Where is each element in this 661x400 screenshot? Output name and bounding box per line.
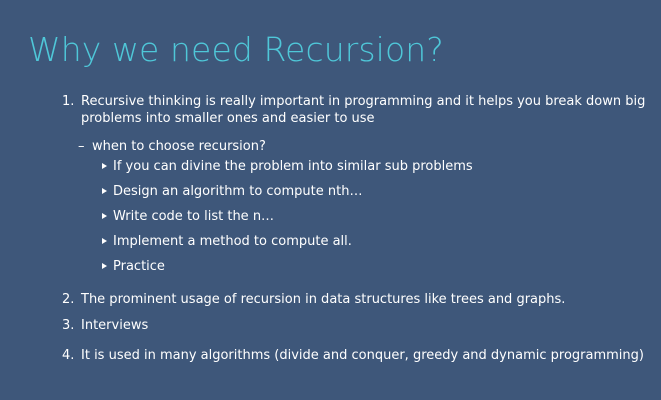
list-number-3: 3. [62,318,75,333]
slide-title: Why we need Recursion? [28,30,444,69]
sub-bullet-5: Practice [113,259,165,274]
list-number-1: 1. [62,94,75,109]
list-item-2: The prominent usage of recursion in data… [81,292,566,307]
bullet-marker-icon [102,213,107,219]
bullet-marker-icon [102,263,107,269]
sub-heading-marker: – [78,139,85,154]
list-number-4: 4. [62,348,75,363]
list-item-1-line-2: problems into smaller ones and easier to… [81,111,375,126]
bullet-marker-icon [102,163,107,169]
sub-heading: when to choose recursion? [92,139,266,154]
bullet-marker-icon [102,188,107,194]
slide: Why we need Recursion? 1. Recursive thin… [0,0,661,400]
list-item-3: Interviews [81,318,149,333]
sub-bullet-1: If you can divine the problem into simil… [113,159,473,174]
sub-bullet-2: Design an algorithm to compute nth… [113,184,363,199]
sub-bullet-3: Write code to list the n… [113,209,275,224]
list-item-4: It is used in many algorithms (divide an… [81,348,644,363]
sub-bullet-4: Implement a method to compute all. [113,234,352,249]
list-number-2: 2. [62,292,75,307]
bullet-marker-icon [102,238,107,244]
